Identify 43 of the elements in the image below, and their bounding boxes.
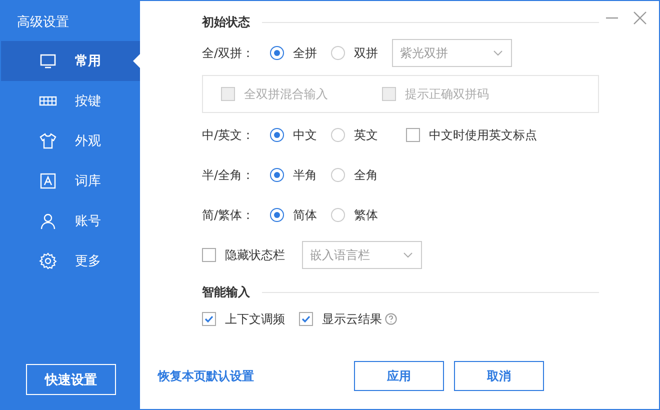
section-title: 智能输入 [202, 284, 250, 300]
sidebar-item[interactable]: 更多 [1, 241, 140, 281]
selection-pointer [133, 54, 140, 68]
quick-setup-button[interactable]: 快速设置 [26, 364, 116, 395]
dropdown[interactable]: 紫光双拼 [392, 39, 512, 67]
monitor-icon [39, 52, 57, 70]
radio-option[interactable]: 中文 [270, 126, 317, 144]
restore-defaults-link[interactable]: 恢复本页默认设置 [158, 368, 254, 384]
field-label: 半/全角： [202, 166, 256, 184]
section-title: 初始状态 [202, 14, 250, 30]
checkbox-option[interactable]: 隐藏状态栏 [202, 246, 285, 264]
radio-option[interactable]: 全拼 [270, 44, 317, 62]
dialog-button[interactable]: 取消 [454, 361, 544, 391]
checkbox-option[interactable]: 显示云结果 [299, 310, 397, 328]
sidebar-item[interactable]: 词库 [1, 161, 140, 201]
sidebar-item[interactable]: 外观 [1, 121, 140, 161]
radio-option[interactable]: 英文 [331, 126, 378, 144]
checkbox-option[interactable]: 上下文调频 [202, 310, 285, 328]
field-label: 全/双拼： [202, 44, 256, 62]
caret-icon [403, 252, 413, 258]
radio-option[interactable]: 双拼 [331, 44, 378, 62]
caret-icon [493, 50, 503, 56]
field-label: 简/繁体： [202, 206, 256, 224]
checkmark-icon [204, 314, 214, 324]
sidebar-item[interactable]: 按键 [1, 81, 140, 121]
field-label: 中/英文： [202, 126, 256, 144]
checkmark-icon [301, 314, 311, 324]
radio-option[interactable]: 繁体 [331, 206, 378, 224]
radio-option[interactable]: 全角 [331, 166, 378, 184]
letter-icon [39, 172, 57, 190]
close-icon[interactable] [633, 11, 647, 25]
shirt-icon [39, 132, 57, 150]
sidebar-item[interactable]: 账号 [1, 201, 140, 241]
help-icon[interactable] [385, 313, 397, 325]
radio-option[interactable]: 简体 [270, 206, 317, 224]
dialog-button[interactable]: 应用 [354, 361, 444, 391]
window-title: 高级设置 [16, 14, 70, 32]
checkbox-option[interactable]: 中文时使用英文标点 [406, 126, 537, 144]
settings-icon [39, 252, 57, 270]
user-icon [39, 212, 57, 230]
sidebar-item[interactable]: 常用 [1, 41, 140, 81]
radio-option[interactable]: 半角 [270, 166, 317, 184]
dropdown[interactable]: 嵌入语言栏 [302, 241, 422, 269]
